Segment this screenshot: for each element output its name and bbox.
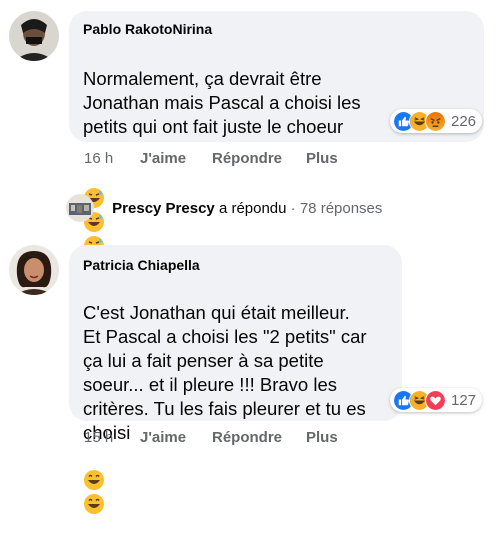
reply-summary-text: Prescy Prescy a répondu · 78 réponses — [108, 200, 382, 217]
love-reaction-icon — [425, 389, 446, 411]
reaction-summary[interactable]: 127 — [390, 388, 483, 412]
reply-button[interactable]: Répondre — [212, 150, 282, 167]
more-button[interactable]: Plus — [306, 429, 338, 446]
comment-timestamp[interactable]: 16 h — [84, 150, 113, 167]
view-replies-link[interactable]: Prescy Prescy a répondu · 78 réponses — [66, 194, 486, 224]
reply-author[interactable]: Prescy Prescy — [112, 200, 215, 217]
comment-text-body: C'est Jonathan qui était meilleur. Et Pa… — [83, 302, 367, 443]
grinning-emoji — [84, 494, 104, 514]
more-button[interactable]: Plus — [306, 150, 338, 167]
avatar[interactable] — [9, 245, 59, 295]
like-button[interactable]: J'aime — [140, 429, 186, 446]
comment-author[interactable]: Patricia Chiapella — [83, 257, 200, 273]
trailing-emojis — [83, 470, 105, 515]
angry-reaction-icon — [425, 110, 446, 132]
reply-button[interactable]: Répondre — [212, 429, 282, 446]
reply-separator: · — [290, 200, 296, 217]
comment-pablo: Pablo RakotoNirina Normalement, ça devra… — [0, 0, 500, 256]
comment-patricia: Patricia Chiapella C'est Jonathan qui ét… — [0, 236, 500, 514]
reaction-count: 226 — [451, 112, 477, 130]
comment-text-body: Normalement, ça devrait être Jonathan ma… — [83, 68, 361, 137]
comment-author[interactable]: Pablo RakotoNirina — [83, 21, 212, 37]
comment-bubble: Patricia Chiapella C'est Jonathan qui ét… — [69, 245, 402, 514]
comment-timestamp[interactable]: 15 h — [84, 429, 113, 446]
comment-actions: 16 h J'aime Répondre Plus — [84, 150, 484, 170]
reply-avatar — [66, 194, 94, 222]
reaction-summary[interactable]: 226 — [390, 109, 483, 133]
grinning-emoji — [84, 470, 104, 490]
comment-actions: 15 h J'aime Répondre Plus — [84, 429, 484, 449]
comment-text: C'est Jonathan qui était meilleur. Et Pa… — [83, 277, 398, 541]
avatar[interactable] — [9, 11, 59, 61]
reaction-count: 127 — [451, 391, 477, 409]
like-button[interactable]: J'aime — [140, 150, 186, 167]
reply-action: a répondu — [218, 200, 287, 217]
reply-count: 78 réponses — [299, 200, 383, 217]
